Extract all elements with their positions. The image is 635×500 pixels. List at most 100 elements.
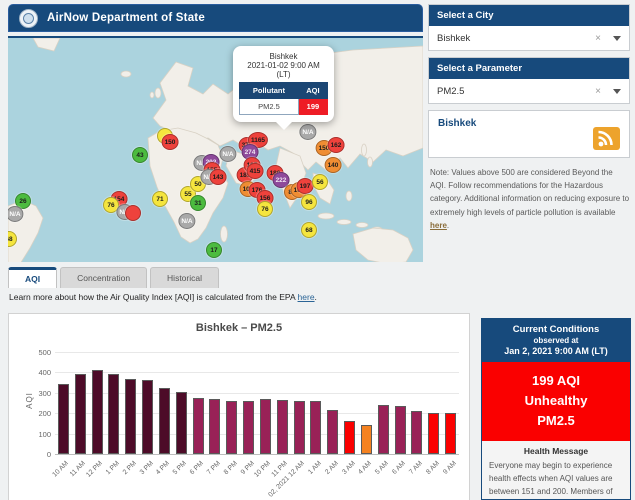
- chart-bar[interactable]: [58, 384, 69, 454]
- popup-pollutant-value: PM2.5: [240, 99, 299, 115]
- chart-bar[interactable]: [344, 421, 355, 454]
- gridline: [55, 454, 459, 455]
- popup-city: Bishkek: [239, 52, 328, 61]
- city-clear-icon[interactable]: ×: [595, 33, 601, 44]
- aqi-marker[interactable]: 140: [325, 157, 342, 173]
- chart-bar[interactable]: [361, 425, 372, 454]
- cc-health-section: Health Message Everyone may begin to exp…: [482, 441, 630, 500]
- y-tick-label: 500: [21, 348, 51, 357]
- aqi-marker[interactable]: 43: [132, 147, 148, 163]
- cc-datetime: Jan 2, 2021 9:00 AM (LT): [486, 346, 626, 356]
- tab-historical[interactable]: Historical: [150, 267, 219, 288]
- chart-bar[interactable]: [193, 398, 204, 454]
- popup-timezone: (LT): [239, 70, 328, 79]
- chevron-down-icon[interactable]: [613, 36, 621, 41]
- aqi-marker[interactable]: 17: [206, 242, 222, 258]
- chart-bar[interactable]: [260, 399, 271, 454]
- chart-bar[interactable]: [243, 401, 254, 454]
- chart-bar[interactable]: [411, 411, 422, 454]
- epa-here-link[interactable]: here: [298, 292, 315, 302]
- cc-aqi-block: 199 AQI Unhealthy PM2.5: [482, 362, 630, 441]
- y-tick-label: 400: [21, 368, 51, 377]
- note-text: Note: Values above 500 are considered Be…: [430, 168, 629, 217]
- cc-parameter: PM2.5: [486, 411, 626, 431]
- learn-more-prefix: Learn more about how the Air Quality Ind…: [9, 292, 298, 302]
- chart-bar[interactable]: [277, 400, 288, 454]
- aqi-marker[interactable]: 162: [328, 137, 345, 153]
- popup-datetime: 2021-01-02 9:00 AM: [239, 61, 328, 70]
- chart-bar[interactable]: [226, 401, 237, 454]
- chart-bar[interactable]: [327, 410, 338, 454]
- tab-concentration[interactable]: Concentration: [60, 267, 147, 288]
- popup-table: Pollutant AQI PM2.5 199: [239, 82, 328, 115]
- app-header: AirNow Department of State: [8, 4, 423, 32]
- city-select[interactable]: Bishkek ×: [429, 26, 629, 50]
- app-title: AirNow Department of State: [47, 12, 205, 24]
- select-city-panel: Select a City Bishkek ×: [428, 4, 630, 51]
- view-tabs: AQI Concentration Historical: [8, 267, 219, 288]
- cc-subtitle: observed at: [486, 336, 626, 345]
- y-tick-label: 100: [21, 430, 51, 439]
- gridline: [55, 372, 459, 373]
- aqi-marker[interactable]: 68: [301, 222, 317, 238]
- chart-bar[interactable]: [395, 406, 406, 454]
- y-tick-label: 200: [21, 409, 51, 418]
- chart-bar[interactable]: [75, 374, 86, 454]
- y-tick-label: 0: [21, 450, 51, 459]
- select-city-title: Select a City: [429, 5, 629, 26]
- cc-category: Unhealthy: [486, 391, 626, 411]
- chart-title: Bishkek – PM2.5: [9, 322, 469, 334]
- map-land: [8, 38, 423, 262]
- chart-bar[interactable]: [108, 374, 119, 454]
- parameter-clear-icon[interactable]: ×: [595, 86, 601, 97]
- aqi-marker[interactable]: [125, 205, 141, 221]
- select-parameter-panel: Select a Parameter PM2.5 ×: [428, 57, 630, 104]
- cc-aqi-value: 199 AQI: [486, 371, 626, 391]
- parameter-select[interactable]: PM2.5 ×: [429, 79, 629, 103]
- parameter-select-value: PM2.5: [437, 86, 595, 97]
- aqi-marker[interactable]: 31: [190, 195, 206, 211]
- tab-aqi[interactable]: AQI: [8, 267, 57, 288]
- chart-bar[interactable]: [92, 370, 103, 454]
- cc-health-text: Everyone may begin to experience health …: [489, 460, 623, 500]
- world-map[interactable]: 4315015476N/A71555031N/AN/A20217155N/A14…: [8, 36, 423, 262]
- aqi-marker[interactable]: 76: [257, 201, 273, 217]
- cc-title: Current Conditions: [486, 324, 626, 335]
- aqi-chart-card: Bishkek – PM2.5 AQI 010020030040050010 A…: [8, 313, 470, 500]
- learn-more-suffix: .: [315, 292, 317, 302]
- note-suffix: .: [447, 221, 449, 230]
- current-conditions-card: Current Conditions observed at Jan 2, 20…: [481, 318, 631, 500]
- aqi-marker[interactable]: 150: [162, 134, 179, 150]
- aqi-marker[interactable]: 56: [312, 174, 328, 190]
- rss-icon[interactable]: [593, 127, 620, 150]
- aqi-marker[interactable]: 71: [152, 191, 168, 207]
- chart-bar[interactable]: [142, 380, 153, 454]
- gridline: [55, 352, 459, 353]
- chart-bar[interactable]: [310, 401, 321, 454]
- aqi-note: Note: Values above 500 are considered Be…: [430, 166, 630, 232]
- current-conditions-header: Current Conditions observed at Jan 2, 20…: [482, 319, 630, 362]
- map-popup: Bishkek 2021-01-02 9:00 AM (LT) Pollutan…: [233, 46, 334, 122]
- chart-bar[interactable]: [125, 379, 136, 454]
- popup-col-pollutant: Pollutant: [240, 83, 299, 99]
- chart-bar[interactable]: [445, 413, 456, 454]
- chart-bar[interactable]: [209, 399, 220, 454]
- dos-seal-icon: [19, 9, 38, 28]
- chart-bar[interactable]: [159, 388, 170, 454]
- chart-bar[interactable]: [176, 392, 187, 454]
- chart-bar[interactable]: [378, 405, 389, 454]
- chevron-down-icon[interactable]: [613, 89, 621, 94]
- aqi-marker[interactable]: 415: [247, 163, 264, 179]
- aqi-marker[interactable]: 197: [297, 178, 314, 194]
- learn-more-text: Learn more about how the Air Quality Ind…: [9, 292, 317, 302]
- chart-bar[interactable]: [294, 401, 305, 454]
- bar-chart-plot: AQI 010020030040050010 AM11 AM12 PM1 PM2…: [55, 352, 459, 454]
- note-here-link[interactable]: here: [430, 221, 447, 230]
- popup-col-aqi: AQI: [298, 83, 327, 99]
- select-parameter-title: Select a Parameter: [429, 58, 629, 79]
- aqi-marker[interactable]: 143: [210, 169, 227, 185]
- aqi-marker[interactable]: 96: [301, 194, 317, 210]
- popup-aqi-value: 199: [298, 99, 327, 115]
- rss-feed-box: Bishkek: [428, 110, 630, 158]
- chart-bar[interactable]: [428, 413, 439, 454]
